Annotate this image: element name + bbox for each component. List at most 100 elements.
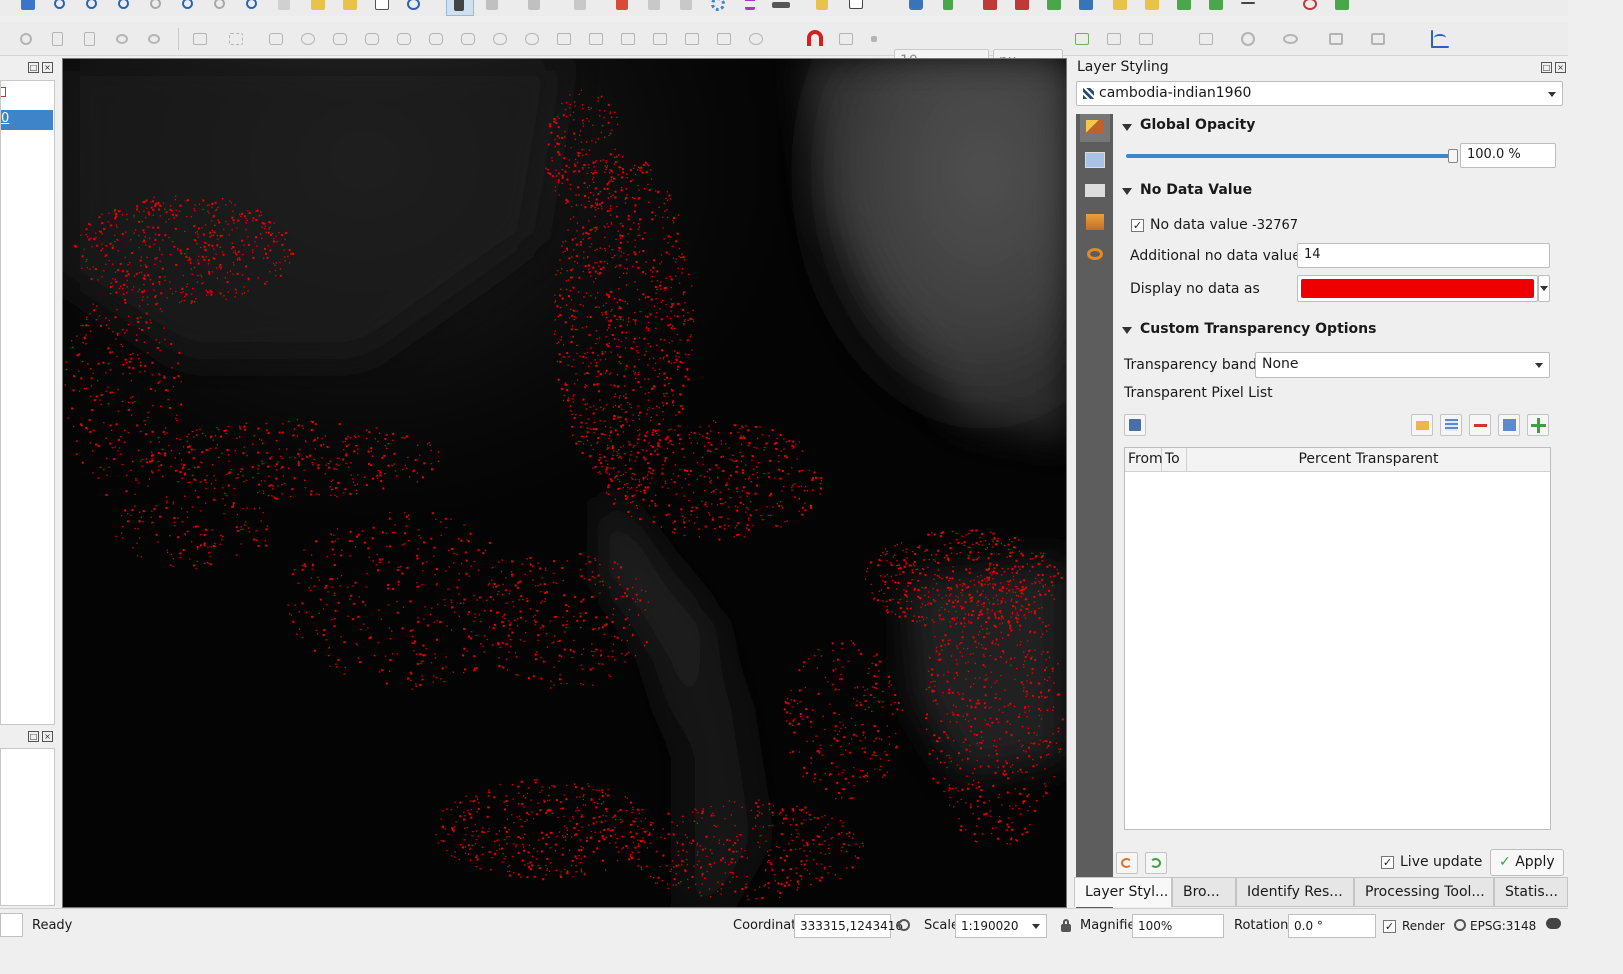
zoom-next-icon[interactable] (242, 0, 262, 14)
rendering-tab-icon[interactable] (1080, 208, 1110, 236)
apply-button[interactable]: ✓ Apply (1490, 849, 1564, 876)
sync-icon[interactable] (1332, 0, 1352, 14)
rectangle-digitize-icon[interactable] (1326, 30, 1346, 48)
new-bookmark-icon[interactable] (274, 0, 294, 14)
layers-tree[interactable]: 0 (0, 80, 55, 725)
tab-browser[interactable]: Bro... (1172, 877, 1236, 907)
map-canvas[interactable] (62, 58, 1067, 908)
attribute-table-icon[interactable] (570, 0, 590, 14)
scale-select[interactable]: 1:190020 (955, 914, 1047, 938)
symbology-tab-icon[interactable] (1080, 114, 1110, 142)
select-features-icon[interactable] (482, 0, 502, 14)
redo-style-icon[interactable] (1145, 852, 1167, 874)
offset-curve-icon[interactable] (522, 30, 542, 48)
lock-icon[interactable] (1059, 918, 1073, 934)
refresh-bookmarks-icon[interactable] (340, 0, 360, 14)
vertex-tool-icon[interactable] (266, 30, 286, 48)
no-data-checkbox[interactable]: ✓ (1131, 219, 1144, 232)
circle-digitize-icon[interactable] (1238, 30, 1258, 48)
layer-item-selected[interactable]: 0 (1, 110, 53, 130)
zoom-out-icon[interactable] (82, 0, 102, 14)
identify-features-icon[interactable] (446, 0, 474, 16)
globe-icon[interactable] (1453, 918, 1467, 932)
no-data-color-button[interactable] (1297, 275, 1538, 302)
close-dock-icon-2[interactable]: × (42, 731, 53, 742)
zoom-layer-icon[interactable] (146, 0, 166, 14)
add-part-icon[interactable] (394, 30, 414, 48)
add-layer-icon[interactable] (18, 0, 38, 14)
close-panel-icon[interactable]: × (1555, 62, 1566, 73)
split-parts-icon[interactable] (586, 30, 606, 48)
cut-icon[interactable] (16, 30, 36, 48)
rotate-label-icon[interactable] (746, 30, 766, 48)
rotate-feature-icon[interactable] (298, 30, 318, 48)
simplify-icon[interactable] (330, 30, 350, 48)
extend-icon[interactable] (1136, 30, 1156, 48)
save-icon[interactable] (1124, 414, 1146, 436)
collapse-icon-3[interactable] (1122, 327, 1132, 334)
chart-icon-2[interactable] (1012, 0, 1032, 14)
measure-icon[interactable] (770, 0, 790, 14)
render-checkbox[interactable]: ✓ (1383, 920, 1396, 933)
sum-icon[interactable] (740, 0, 760, 14)
layer-select[interactable]: cambodia-indian1960 (1076, 81, 1563, 106)
annotation-icon[interactable] (846, 0, 866, 14)
table-icon[interactable] (1440, 414, 1462, 436)
zoom-selection-icon[interactable] (178, 0, 198, 14)
polygon-digitize-icon[interactable] (1368, 30, 1388, 48)
show-bookmarks-icon[interactable] (308, 0, 328, 14)
tab-layer-styling[interactable]: Layer Styl... (1074, 877, 1172, 907)
undo-icon[interactable] (112, 30, 132, 48)
profile-icon[interactable] (1428, 28, 1450, 50)
zoom-last-icon[interactable] (210, 0, 230, 14)
open-field-calculator-icon[interactable] (612, 0, 632, 14)
close-dock-icon[interactable]: × (42, 62, 53, 73)
column-header-from[interactable]: From (1125, 448, 1163, 472)
crosshair-icon[interactable] (1300, 0, 1320, 14)
deselect-icon[interactable] (524, 0, 544, 14)
tab-statistics[interactable]: Statis... (1494, 877, 1568, 907)
plugin-icon[interactable] (938, 0, 958, 14)
new-layer-icon-3[interactable] (1174, 0, 1194, 14)
default-values-icon[interactable] (1498, 414, 1520, 436)
collapse-icon-2[interactable] (1122, 188, 1132, 195)
split-features-icon[interactable] (554, 30, 574, 48)
additional-no-data-input[interactable]: 14 (1297, 243, 1550, 268)
align-icon[interactable] (714, 30, 734, 48)
toolbox-icon[interactable] (676, 0, 696, 14)
new-layer-icon[interactable] (1110, 0, 1130, 14)
zoom-full-icon[interactable] (114, 0, 134, 14)
python-console-icon[interactable] (906, 0, 926, 14)
grid-icon[interactable] (1238, 0, 1258, 14)
snapping-tolerance-icon[interactable] (866, 30, 886, 48)
shape-digitize-icon[interactable] (1196, 30, 1216, 48)
fill-ring-icon[interactable] (426, 30, 446, 48)
trace-icon[interactable] (1072, 30, 1092, 48)
rotation-input[interactable]: 0.0 ° (1288, 914, 1376, 938)
paste-icon[interactable] (80, 30, 100, 48)
copy-icon[interactable] (48, 30, 68, 48)
column-header-to[interactable]: To (1162, 448, 1187, 472)
transparency-band-select[interactable]: None (1255, 352, 1550, 378)
chart-icon[interactable] (980, 0, 1000, 14)
transparent-pixel-table[interactable]: From To Percent Transparent (1124, 447, 1551, 830)
collapse-icon[interactable] (1122, 124, 1132, 131)
opacity-slider-handle[interactable] (1448, 149, 1458, 163)
snapping-icon[interactable] (836, 30, 856, 48)
merge-attributes-icon[interactable] (650, 30, 670, 48)
float-dock-icon[interactable]: □ (28, 62, 39, 73)
float-dock-icon-2[interactable]: □ (28, 731, 39, 742)
new-layer-icon-4[interactable] (1206, 0, 1226, 14)
merge-features-icon[interactable] (618, 30, 638, 48)
folder-icon[interactable] (1411, 414, 1433, 436)
float-panel-icon[interactable]: □ (1541, 62, 1552, 73)
cross-icon[interactable] (1104, 30, 1124, 48)
map-tips-icon[interactable] (812, 0, 832, 14)
add-ring-icon[interactable] (362, 30, 382, 48)
toggle-extents-icon[interactable] (896, 917, 912, 933)
live-update-checkbox[interactable]: ✓ (1381, 856, 1394, 869)
opacity-slider-track[interactable] (1126, 154, 1456, 158)
rotate-symbol-icon[interactable] (682, 30, 702, 48)
redo-icon[interactable] (144, 30, 164, 48)
gear-icon[interactable] (708, 0, 728, 14)
